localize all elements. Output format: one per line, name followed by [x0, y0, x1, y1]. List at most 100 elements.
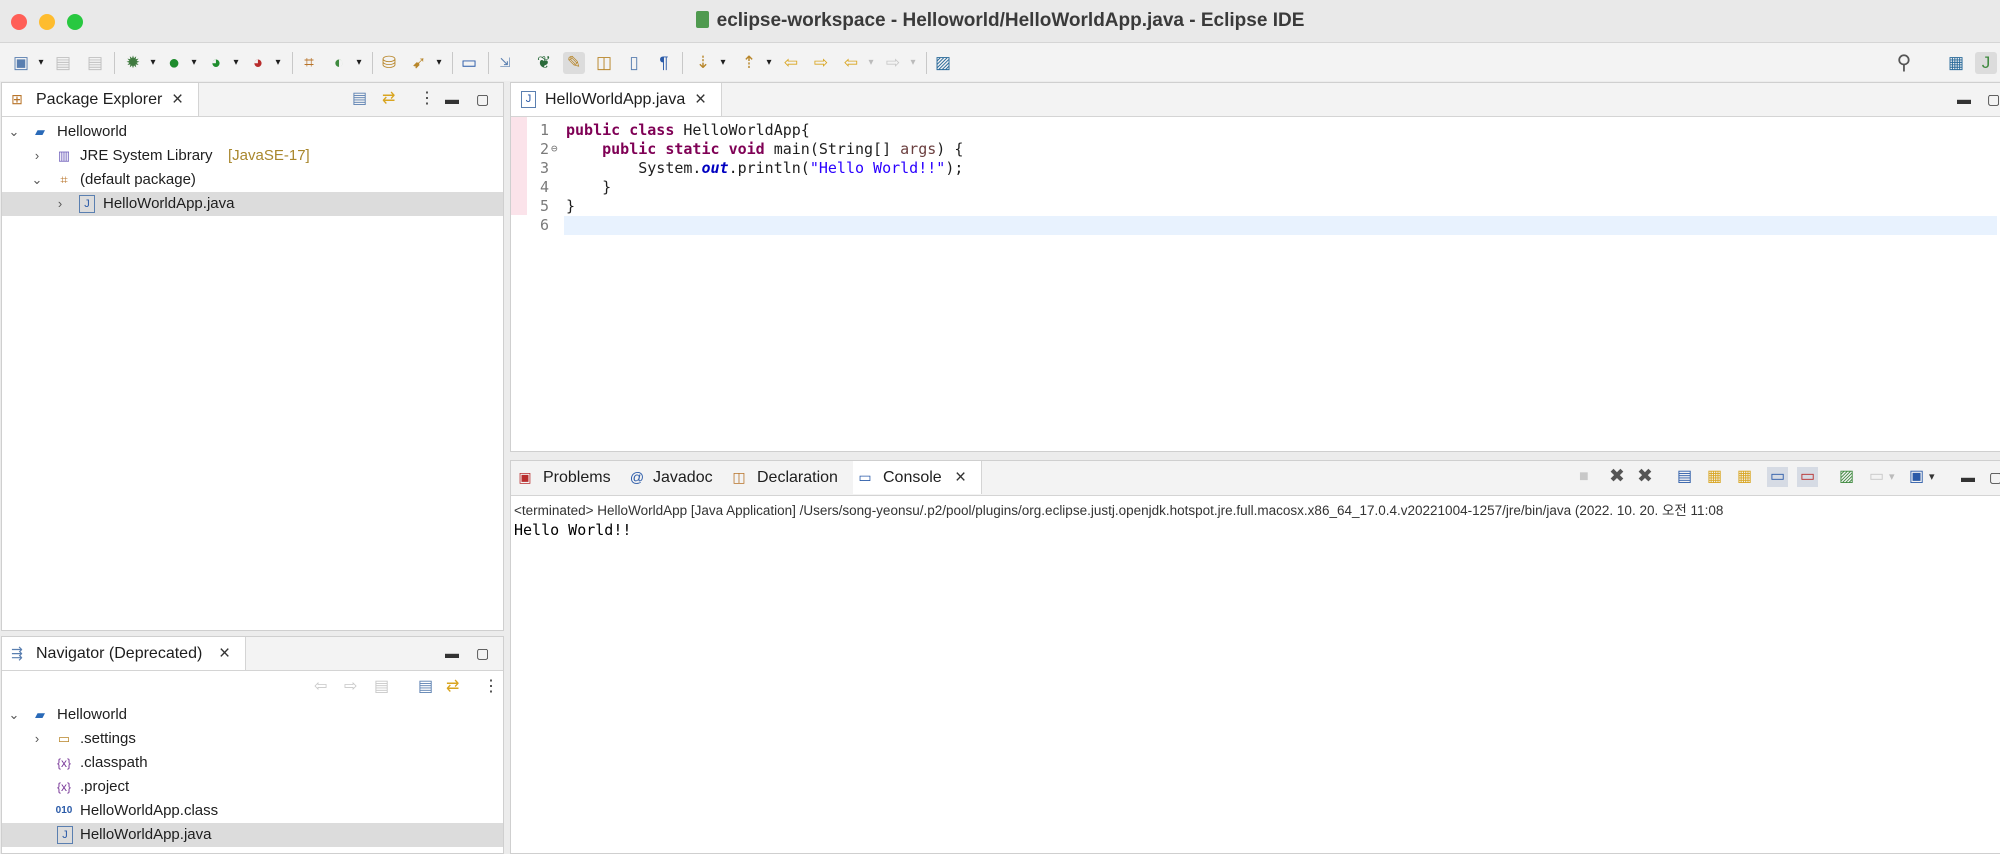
- tab-navigator[interactable]: ⇶ Navigator (Deprecated) ×: [2, 637, 246, 670]
- clear-console-icon[interactable]: ▤: [1677, 467, 1692, 487]
- minimize-icon[interactable]: ▬: [1961, 467, 1975, 487]
- show-whitespace-icon[interactable]: ¶: [653, 52, 675, 74]
- chevron-down-icon[interactable]: ▾: [348, 52, 370, 74]
- remove-all-terminated-icon[interactable]: ✖: [1637, 467, 1653, 487]
- minimize-icon[interactable]: ▬: [1957, 89, 1971, 109]
- code-editor[interactable]: ⊖ 1 public class HelloWorldApp{ 2 public …: [511, 117, 2000, 451]
- chevron-right-icon[interactable]: ›: [53, 192, 67, 216]
- link-with-editor-icon[interactable]: ⇲: [494, 52, 516, 74]
- tab-javadoc[interactable]: @ Javadoc: [625, 461, 725, 495]
- save-all-icon[interactable]: ▤: [84, 52, 106, 74]
- new-icon[interactable]: ▣: [10, 52, 32, 74]
- console-output[interactable]: Hello World!!: [514, 521, 631, 539]
- tab-declaration[interactable]: ◫ Declaration: [727, 461, 851, 495]
- chevron-down-icon[interactable]: ▾: [267, 52, 289, 74]
- tab-helloworldapp-java[interactable]: J HelloWorldApp.java ×: [511, 83, 722, 116]
- nav-item-classpath[interactable]: {x} .classpath: [2, 751, 503, 775]
- toggle-breadcrumb-icon[interactable]: ❦: [533, 52, 555, 74]
- save-icon[interactable]: ▤: [52, 52, 74, 74]
- show-stderr-icon[interactable]: ▭: [1797, 467, 1819, 487]
- chevron-down-icon[interactable]: ▾: [1929, 467, 1935, 487]
- maximize-icon[interactable]: ▢: [1987, 89, 2000, 109]
- remove-launch-icon[interactable]: ✖: [1609, 467, 1625, 487]
- nav-item-class-file[interactable]: 010 HelloWorldApp.class: [2, 799, 503, 823]
- back-icon[interactable]: ⇦: [840, 52, 862, 74]
- chevron-down-icon[interactable]: ▾: [1889, 467, 1895, 487]
- maximize-icon[interactable]: ▢: [1989, 467, 2000, 487]
- chevron-down-icon[interactable]: ⌄: [7, 703, 21, 727]
- tree-item-project[interactable]: ⌄ ▰ Helloworld: [2, 120, 503, 144]
- collapse-all-icon[interactable]: ▤: [418, 677, 433, 697]
- mark-occurrences-icon[interactable]: ✎: [563, 52, 585, 74]
- chevron-down-icon[interactable]: ▾: [712, 52, 734, 74]
- next-edit-icon[interactable]: ⇨: [810, 52, 832, 74]
- java-perspective-icon[interactable]: J: [1975, 52, 1997, 74]
- forward-icon[interactable]: ⇨: [344, 677, 357, 697]
- collapse-all-icon[interactable]: ▤: [352, 89, 367, 109]
- back-icon[interactable]: ⇦: [314, 677, 327, 697]
- view-menu-icon[interactable]: ⋮: [419, 89, 435, 109]
- close-icon[interactable]: ×: [219, 637, 230, 670]
- view-menu-icon[interactable]: ⋮: [483, 677, 499, 697]
- scroll-lock-icon[interactable]: ▦: [1707, 467, 1722, 487]
- terminal-icon[interactable]: ▭: [458, 52, 480, 74]
- open-type-icon[interactable]: ⛁: [378, 52, 400, 74]
- maximize-icon[interactable]: ▢: [476, 89, 489, 109]
- tab-problems[interactable]: ▣ Problems: [513, 461, 623, 495]
- chevron-right-icon[interactable]: ›: [30, 727, 44, 751]
- chevron-down-icon[interactable]: ▾: [183, 52, 205, 74]
- chevron-down-icon[interactable]: ▾: [142, 52, 164, 74]
- nav-item-project-file[interactable]: {x} .project: [2, 775, 503, 799]
- link-with-editor-icon[interactable]: ⇄: [382, 89, 395, 109]
- coverage-icon[interactable]: ◕: [205, 52, 227, 74]
- next-annotation-icon[interactable]: ⇣: [692, 52, 714, 74]
- terminate-icon[interactable]: ■: [1579, 467, 1589, 487]
- chevron-down-icon[interactable]: ▾: [758, 52, 780, 74]
- last-edit-icon[interactable]: ⇦: [780, 52, 802, 74]
- maximize-icon[interactable]: ▢: [476, 643, 489, 663]
- display-console-icon[interactable]: ▭: [1869, 467, 1884, 487]
- close-icon[interactable]: ×: [955, 461, 966, 494]
- minimize-icon[interactable]: ▬: [445, 643, 459, 663]
- chevron-down-icon[interactable]: ▾: [860, 52, 882, 74]
- package-explorer-panel: ⊞ Package Explorer × ▤ ⇄ ⋮ ▬ ▢ ⌄ ▰ Hello…: [1, 82, 504, 631]
- show-stdout-icon[interactable]: ▭: [1767, 467, 1789, 487]
- new-package-icon[interactable]: ⌗: [298, 52, 320, 74]
- close-icon[interactable]: ×: [695, 83, 706, 116]
- perspective-icon[interactable]: ▦: [1945, 52, 1967, 74]
- word-wrap-icon[interactable]: ▦: [1737, 467, 1752, 487]
- tree-item-java-file[interactable]: › J HelloWorldApp.java: [2, 192, 503, 216]
- chevron-down-icon[interactable]: ⌄: [7, 120, 21, 144]
- chevron-down-icon[interactable]: ▾: [428, 52, 450, 74]
- forward-icon[interactable]: ⇨: [882, 52, 904, 74]
- nav-item-project[interactable]: ⌄ ▰ Helloworld: [2, 703, 503, 727]
- minimize-icon[interactable]: ▬: [445, 89, 459, 109]
- search-icon[interactable]: ⚲: [1893, 52, 1915, 74]
- nav-item-settings[interactable]: › ▭ .settings: [2, 727, 503, 751]
- external-tools-icon[interactable]: ◕: [247, 52, 269, 74]
- block-selection-icon[interactable]: ◫: [593, 52, 615, 74]
- word-wrap-icon[interactable]: ▯: [623, 52, 645, 74]
- previous-annotation-icon[interactable]: ⇡: [738, 52, 760, 74]
- java-file-icon: J: [521, 91, 536, 108]
- tree-item-jre-library[interactable]: › ▥ JRE System Library [JavaSE-17]: [2, 144, 503, 168]
- up-icon[interactable]: ▤: [374, 677, 389, 697]
- tree-item-default-package[interactable]: ⌄ ⌗ (default package): [2, 168, 503, 192]
- chevron-down-icon[interactable]: ▾: [902, 52, 924, 74]
- open-perspective-icon[interactable]: ▨: [932, 52, 954, 74]
- pin-console-icon[interactable]: ▨: [1839, 467, 1854, 487]
- open-console-icon[interactable]: ▣: [1909, 467, 1924, 487]
- tab-console[interactable]: ▭ Console ×: [853, 461, 982, 494]
- run-icon[interactable]: ●: [163, 52, 185, 74]
- chevron-down-icon[interactable]: ⌄: [30, 168, 44, 192]
- debug-icon[interactable]: ✹: [122, 52, 144, 74]
- new-class-icon[interactable]: ◐: [328, 52, 350, 74]
- search-tasks-icon[interactable]: ➹: [408, 52, 430, 74]
- chevron-right-icon[interactable]: ›: [30, 144, 44, 168]
- nav-item-java-file[interactable]: J HelloWorldApp.java: [2, 823, 503, 847]
- tab-package-explorer[interactable]: ⊞ Package Explorer ×: [2, 83, 199, 116]
- chevron-down-icon[interactable]: ▾: [225, 52, 247, 74]
- close-icon[interactable]: ×: [172, 83, 183, 116]
- link-with-editor-icon[interactable]: ⇄: [446, 677, 459, 697]
- chevron-down-icon[interactable]: ▾: [30, 52, 52, 74]
